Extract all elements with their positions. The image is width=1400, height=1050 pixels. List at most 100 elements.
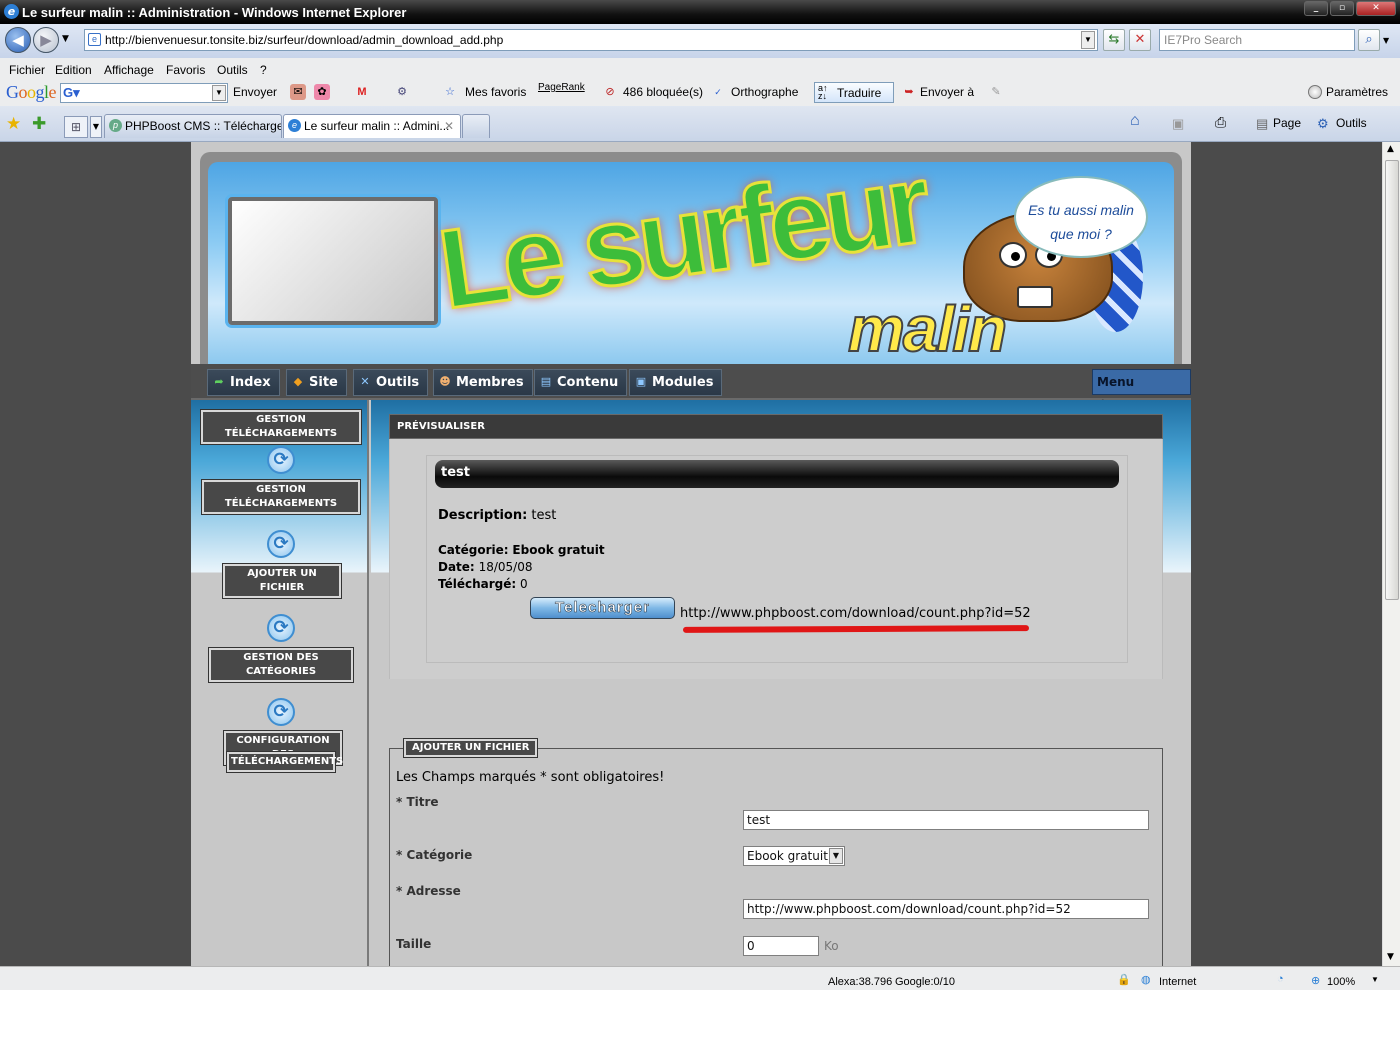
download-title: test	[435, 460, 1119, 488]
form-legend: AJOUTER UN FICHIER	[404, 739, 538, 757]
popup-blocked-icon: ⊘	[605, 86, 615, 98]
search-options-icon[interactable]: ▼	[1383, 36, 1389, 45]
popups-blocked[interactable]: 486 bloquée(s)	[623, 85, 703, 99]
quick-tabs-icon[interactable]: ⊞	[64, 116, 88, 138]
refresh-icon[interactable]: ⇆	[1103, 29, 1125, 51]
category-select[interactable]: Ebook gratuit ▼	[743, 846, 845, 866]
title-bar: e Le surfeur malin :: Administration - W…	[0, 0, 1400, 24]
zoom-dropdown-icon[interactable]: ▼	[1371, 975, 1379, 984]
zoom-level[interactable]: 100%	[1327, 976, 1355, 988]
description-row: Description: test	[438, 508, 556, 523]
search-icon[interactable]: ⌕	[1358, 29, 1380, 51]
left-item-telechargements[interactable]: TÉLÉCHARGEMENTS	[227, 752, 343, 772]
left-item-ajouter-fichier[interactable]: AJOUTER UN FICHIER	[223, 564, 341, 598]
forward-button[interactable]: ▶	[33, 27, 59, 53]
protected-mode-icon[interactable]: ◔	[1277, 973, 1284, 985]
tab-list-icon[interactable]: ▼	[90, 116, 102, 138]
menu-outils[interactable]: Outils	[217, 63, 248, 77]
nav-contenu[interactable]: ▤ Contenu	[534, 369, 628, 396]
menu-favoris[interactable]: Favoris	[166, 63, 205, 77]
security-zone[interactable]: Internet	[1159, 976, 1196, 988]
menu-edition[interactable]: Edition	[55, 63, 92, 77]
menu-fichier[interactable]: Fichier	[9, 63, 45, 77]
category-field-label: * Catégorie	[396, 848, 473, 862]
site-banner: Le surfeur malin Es tu aussi malin que m…	[208, 162, 1174, 364]
site-header: Le surfeur malin Es tu aussi malin que m…	[200, 152, 1182, 364]
share-icon[interactable]: ⚙	[394, 84, 410, 100]
tab-surfeur[interactable]: e Le surfeur malin :: Admini... ✕	[283, 114, 461, 138]
close-window-button[interactable]: ✕	[1356, 1, 1396, 16]
stop-icon[interactable]: ✕	[1129, 29, 1151, 51]
title-input[interactable]: test	[743, 810, 1149, 830]
menu-help[interactable]: ?	[260, 63, 267, 77]
vertical-scrollbar[interactable]: ▲ ▼	[1382, 142, 1400, 966]
nav-outils[interactable]: ✕ Outils	[353, 369, 429, 396]
tab-label: PHPBoost CMS :: Télécharge...	[125, 119, 282, 133]
gadget-icon[interactable]: ✿	[314, 84, 330, 100]
telecharger-button[interactable]: Telecharger	[530, 597, 675, 619]
minimize-button[interactable]: _	[1304, 1, 1328, 16]
title-label: * Titre	[396, 795, 439, 809]
highlight-icon[interactable]: ✎	[988, 84, 1004, 100]
menu-affichage[interactable]: Affichage	[104, 63, 154, 77]
translate-label: Traduire	[837, 86, 882, 100]
print-icon[interactable]: ⎙	[1215, 114, 1226, 131]
send-to-icon: ➥	[904, 86, 914, 98]
address-input-field[interactable]: http://www.phpboost.com/download/count.p…	[743, 899, 1149, 919]
nav-site[interactable]: ◆ Site	[286, 369, 347, 396]
diamond-icon: ◆	[293, 375, 303, 388]
zoom-icon: ⊕	[1311, 975, 1321, 987]
translate-button[interactable]: Traduire a↑ z↓	[814, 82, 894, 103]
history-dropdown-icon[interactable]: ▼	[62, 34, 69, 44]
left-admin-menu: GESTION TÉLÉCHARGEMENTS ⟳ GESTION TÉLÉCH…	[191, 400, 369, 966]
favorites-button[interactable]: Mes favoris	[465, 85, 526, 99]
left-menu-header: GESTION TÉLÉCHARGEMENTS	[201, 410, 361, 444]
size-label: Taille	[396, 937, 432, 951]
nav-membres[interactable]: ☻ Membres	[433, 369, 533, 396]
tab-favicon-icon: e	[288, 119, 301, 132]
nav-index[interactable]: ➦ Index	[207, 369, 280, 396]
size-input[interactable]: 0	[743, 936, 819, 956]
tab-row: ★ ✚ ⊞ ▼ p PHPBoost CMS :: Télécharge... …	[0, 106, 1400, 142]
date-value: 18/05/08	[478, 560, 533, 574]
left-item-gestion-categories[interactable]: GESTION DES CATÉGORIES	[209, 648, 353, 682]
feeds-icon[interactable]: ▣	[1172, 116, 1184, 132]
new-tab-button[interactable]	[462, 114, 490, 138]
nav-modules[interactable]: ▣ Modules	[629, 369, 723, 396]
download-url[interactable]: http://www.phpboost.com/download/count.p…	[680, 606, 1031, 621]
red-underline-annotation	[682, 625, 1030, 633]
menu-etendu-button[interactable]: Menu étendu	[1092, 369, 1191, 413]
address-dropdown-icon[interactable]: ▼	[1081, 31, 1095, 49]
settings-button[interactable]: Paramètres	[1326, 85, 1388, 99]
search-input[interactable]: IE7Pro Search	[1159, 29, 1355, 51]
refresh-module-icon[interactable]: ⟳	[267, 446, 295, 474]
refresh-module-icon[interactable]: ⟳	[267, 614, 295, 642]
refresh-module-icon[interactable]: ⟳	[267, 698, 295, 726]
address-label: * Adresse	[396, 884, 461, 898]
maximize-button[interactable]: ▫	[1330, 1, 1354, 16]
pagerank-label[interactable]: PageRank	[538, 82, 585, 93]
scroll-down-icon[interactable]: ▼	[1387, 952, 1394, 962]
spelling-button[interactable]: Orthographe	[731, 85, 798, 99]
tools-menu[interactable]: Outils	[1336, 116, 1367, 130]
description-value: test	[531, 508, 557, 523]
left-item-gestion-telechargements[interactable]: GESTION TÉLÉCHARGEMENTS	[202, 480, 360, 514]
google-search-input[interactable]: G▾ ▼	[60, 83, 228, 103]
back-button[interactable]: ◀	[5, 27, 31, 53]
close-tab-icon[interactable]: ✕	[444, 115, 454, 137]
bookmark-icon[interactable]: ✉	[290, 84, 306, 100]
star-favorites-icon[interactable]: ☆	[442, 84, 458, 100]
scroll-up-icon[interactable]: ▲	[1387, 144, 1394, 154]
google-send-button[interactable]: Envoyer	[233, 85, 277, 99]
address-input[interactable]: e http://bienvenuesur.tonsite.biz/surfeu…	[84, 29, 1098, 51]
refresh-module-icon[interactable]: ⟳	[267, 530, 295, 558]
send-to-button[interactable]: Envoyer à	[920, 85, 974, 99]
gmail-icon[interactable]: M	[354, 84, 370, 100]
add-favorite-icon[interactable]: ✚	[32, 114, 46, 134]
home-icon[interactable]: ⌂	[1130, 112, 1140, 130]
favorites-center-icon[interactable]: ★	[6, 114, 21, 134]
downloaded-value: 0	[520, 577, 528, 591]
tab-phpboost[interactable]: p PHPBoost CMS :: Télécharge...	[104, 114, 282, 138]
scrollbar-thumb[interactable]	[1385, 160, 1399, 600]
page-menu[interactable]: Page	[1273, 116, 1301, 130]
